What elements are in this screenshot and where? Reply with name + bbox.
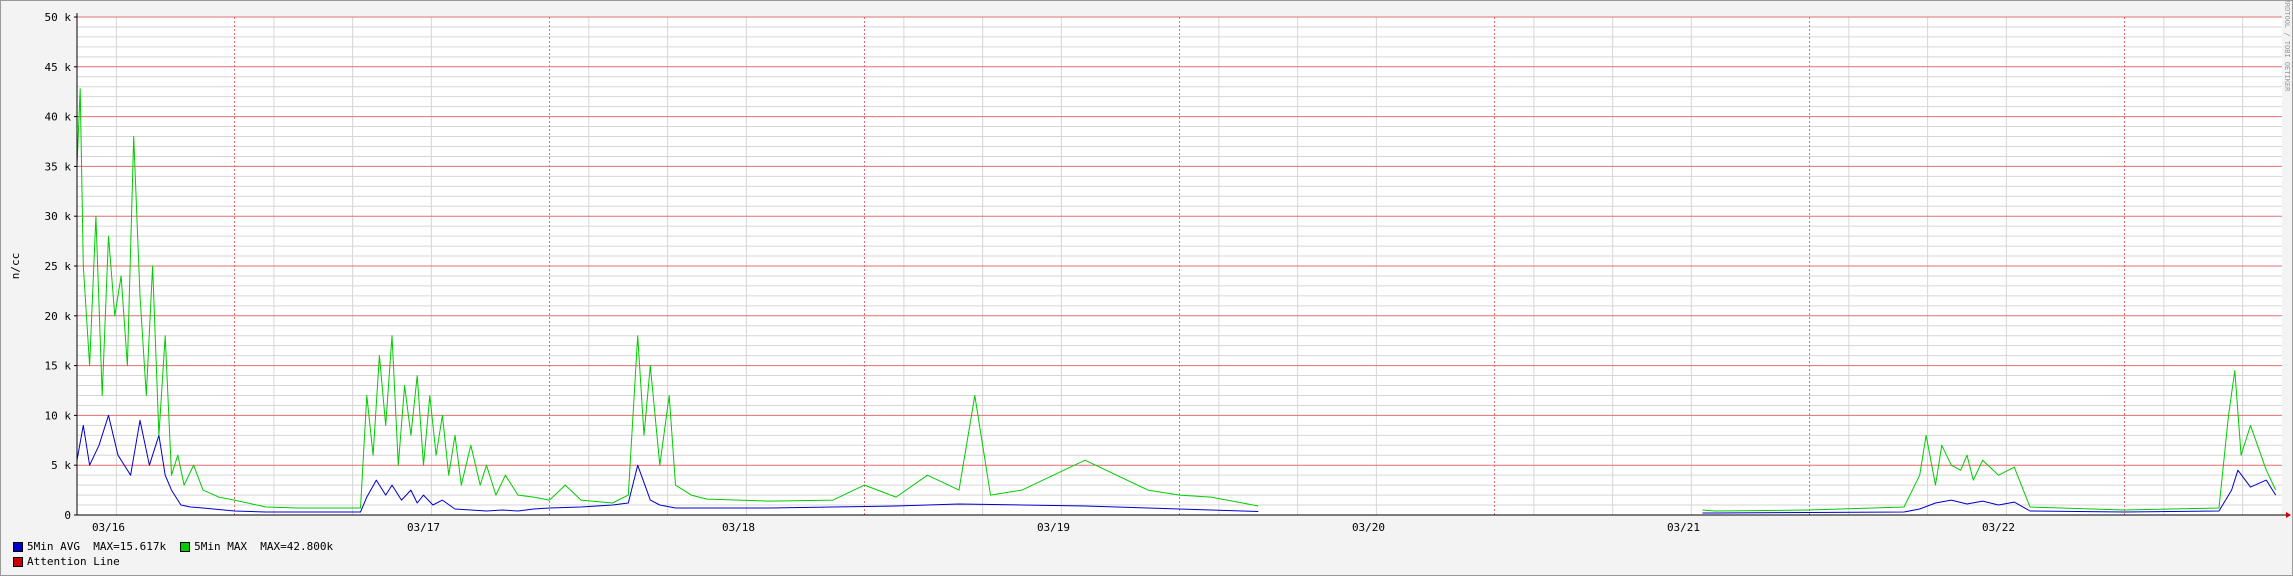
legend-swatch-avg [13, 541, 23, 552]
legend-row-2: Attention Line [13, 555, 120, 568]
x-tick-label: 03/16 [92, 521, 125, 534]
graph-frame: 0 5 k 10 k 15 k 20 k 25 k 30 k 35 k 40 k 45 k 50 k… [0, 0, 2293, 576]
legend-text-avg: 5Min AVG MAX=15.617k [27, 540, 167, 553]
legend-text-attention: Attention Line [27, 555, 120, 568]
y-tick-label: 30 k [45, 210, 72, 223]
x-tick-label: 03/21 [1667, 521, 1700, 534]
x-tick-label: 03/18 [722, 521, 755, 534]
x-tick-label: 03/20 [1352, 521, 1385, 534]
x-tick-label: 03/22 [1982, 521, 2015, 534]
y-axis-label: n/cc [9, 253, 22, 280]
y-tick-label: 40 k [45, 111, 72, 124]
y-tick-label: 15 k [45, 360, 72, 373]
y-tick-label: 0 [64, 509, 71, 522]
y-tick-label: 5 k [51, 459, 71, 472]
legend-swatch-attention [13, 556, 23, 567]
y-tick-label: 45 k [45, 61, 72, 74]
y-tick-label: 25 k [45, 260, 72, 273]
y-tick-label: 50 k [45, 11, 72, 24]
x-axis-arrow [2286, 512, 2291, 518]
legend-row-1: 5Min AVG MAX=15.617k 5Min MAX MAX=42.800… [13, 540, 333, 553]
watermark: RRDTOOL / TOBI OETIKER [2283, 1, 2291, 92]
y-tick-label: 10 k [45, 409, 72, 422]
x-tick-label: 03/19 [1037, 521, 1070, 534]
legend-swatch-max [180, 541, 191, 552]
legend-text-max: 5Min MAX MAX=42.800k [194, 540, 334, 553]
y-tick-label: 20 k [45, 310, 72, 323]
x-tick-label: 03/17 [407, 521, 440, 534]
y-tick-label: 35 k [45, 160, 72, 173]
line-chart: 0 5 k 10 k 15 k 20 k 25 k 30 k 35 k 40 k 45 k 50 k… [9, 1, 2291, 534]
